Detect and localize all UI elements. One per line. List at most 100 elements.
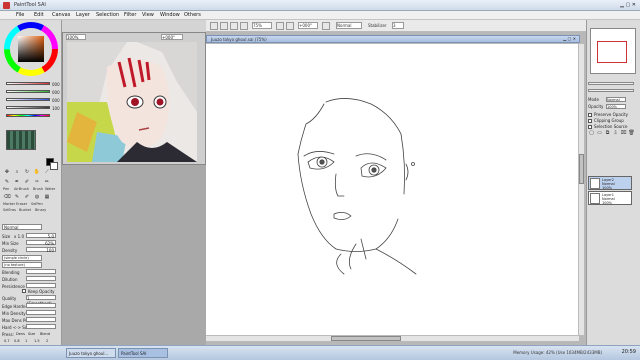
blend-mode-select[interactable]: Normal bbox=[2, 224, 42, 230]
menu-canvas[interactable]: Canvas bbox=[52, 12, 70, 18]
layer-thumbnail bbox=[590, 178, 600, 189]
navigator-zoom[interactable]: 100% bbox=[66, 34, 86, 40]
brush-preset-1[interactable]: 0.8 bbox=[14, 339, 20, 343]
menu-selection[interactable]: Selection bbox=[96, 12, 119, 18]
mode-select[interactable]: Normal bbox=[336, 22, 362, 29]
water-tool-icon[interactable]: ✑ bbox=[33, 178, 41, 186]
marker-tool-icon[interactable]: ✏ bbox=[43, 178, 51, 186]
menu-others[interactable]: Others bbox=[184, 12, 201, 18]
slider-a[interactable] bbox=[6, 106, 50, 109]
tool-label-brush: Brush bbox=[33, 187, 44, 191]
zoom-in-button[interactable] bbox=[240, 22, 248, 30]
bucket-tool-icon[interactable]: ◍ bbox=[33, 193, 41, 201]
slider-v[interactable] bbox=[6, 98, 50, 101]
flip-button[interactable] bbox=[322, 22, 330, 30]
task-reference-image[interactable]: Juuzo tokyo ghoul... bbox=[66, 348, 116, 358]
brush-tool-icon[interactable]: ✐ bbox=[23, 178, 31, 186]
edge-slider[interactable] bbox=[26, 303, 56, 308]
pen-tool-icon[interactable]: ✎ bbox=[3, 178, 11, 186]
drawing-canvas[interactable] bbox=[206, 44, 579, 335]
min-size-field[interactable]: 62% bbox=[26, 240, 56, 246]
vertical-scroll-thumb[interactable] bbox=[579, 154, 584, 184]
copy-layer-icon[interactable]: ⧉ bbox=[604, 130, 611, 137]
menu-view[interactable]: View bbox=[142, 12, 154, 18]
brush-preset-4[interactable]: 2 bbox=[46, 339, 48, 343]
zoom-field[interactable]: 75% bbox=[252, 22, 272, 29]
size-multiplier[interactable]: x 1.0 bbox=[14, 234, 24, 239]
horizontal-scroll-thumb[interactable] bbox=[331, 336, 401, 341]
task-painttool-sai[interactable]: PaintTool SAI bbox=[118, 348, 168, 358]
brush-shape-select[interactable]: (simple circle) bbox=[2, 255, 42, 261]
color-wheel[interactable] bbox=[4, 22, 58, 76]
zoom-out-button[interactable] bbox=[230, 22, 238, 30]
max-dens-slider[interactable] bbox=[26, 317, 56, 322]
menu-layer[interactable]: Layer bbox=[76, 12, 90, 18]
select-all-button[interactable] bbox=[210, 22, 218, 30]
quality-select[interactable]: 1 (Smoothest) bbox=[26, 295, 56, 306]
density-field[interactable]: 100 bbox=[26, 247, 56, 253]
layer-item-layer1[interactable]: Layer1 Normal 100% bbox=[588, 191, 632, 205]
layer-opacity: 100% bbox=[602, 201, 613, 205]
zoom-tool-icon[interactable]: ⌕ bbox=[13, 168, 21, 176]
slider-h[interactable] bbox=[6, 82, 50, 85]
navigator-thumbnail[interactable] bbox=[590, 28, 636, 74]
preserve-opacity-checkbox[interactable] bbox=[588, 113, 592, 117]
stabilizer-select[interactable]: 3 bbox=[392, 22, 404, 29]
layer-opacity-field[interactable]: 100% bbox=[606, 104, 626, 109]
merge-layer-icon[interactable]: ⇩ bbox=[612, 130, 619, 137]
deselect-button[interactable] bbox=[220, 22, 228, 30]
delete-layer-icon[interactable]: 🗑 bbox=[628, 130, 635, 137]
selpen-tool-icon[interactable]: ✎ bbox=[13, 193, 21, 201]
hard-soft-slider[interactable] bbox=[26, 324, 56, 329]
menu-edit[interactable]: Edit bbox=[34, 12, 44, 18]
vertical-scrollbar[interactable] bbox=[578, 44, 584, 335]
move-tool-icon[interactable]: ✥ bbox=[3, 168, 11, 176]
navigator-angle[interactable]: +000° bbox=[161, 34, 183, 40]
brush-preset-2[interactable]: 1 bbox=[25, 339, 27, 343]
hand-tool-icon[interactable]: ✋ bbox=[33, 168, 41, 176]
rotate-tool-icon[interactable]: ↻ bbox=[23, 168, 31, 176]
dilution-slider[interactable] bbox=[26, 276, 56, 281]
min-density-slider[interactable] bbox=[26, 310, 56, 315]
eraser-tool-icon[interactable]: ⌫ bbox=[3, 193, 11, 201]
hue-bar[interactable] bbox=[6, 114, 50, 117]
blending-slider[interactable] bbox=[26, 269, 56, 274]
seleras-tool-icon[interactable]: ✐ bbox=[23, 193, 31, 201]
airbrush-tool-icon[interactable]: ✒ bbox=[13, 178, 21, 186]
brush-preset-3[interactable]: 1.5 bbox=[34, 339, 40, 343]
nav-zoom-slider[interactable] bbox=[588, 82, 634, 85]
selection-source-checkbox[interactable] bbox=[588, 125, 592, 129]
navigator-viewport[interactable] bbox=[597, 41, 627, 63]
menu-file[interactable]: File bbox=[16, 12, 24, 18]
horizontal-scrollbar[interactable] bbox=[206, 335, 579, 341]
eyedropper-tool-icon[interactable]: ⟋ bbox=[43, 168, 51, 176]
press-dens-checkbox[interactable]: Dens bbox=[16, 332, 25, 336]
rotate-right-button[interactable] bbox=[286, 22, 294, 30]
new-layer-icon[interactable]: ▢ bbox=[588, 130, 595, 137]
persistence-slider[interactable] bbox=[26, 283, 56, 288]
brush-preset-0[interactable]: 0.7 bbox=[4, 339, 10, 343]
tool-label-eraser: Eraser bbox=[16, 202, 28, 206]
menu-filter[interactable]: Filter bbox=[124, 12, 136, 18]
clipping-group-checkbox[interactable] bbox=[588, 119, 592, 123]
rotate-left-button[interactable] bbox=[276, 22, 284, 30]
layer-mode-select[interactable]: Normal bbox=[606, 97, 626, 102]
binary-tool-icon[interactable]: ▦ bbox=[43, 193, 51, 201]
nav-angle-slider[interactable] bbox=[588, 89, 634, 92]
swatch-palette[interactable] bbox=[6, 130, 36, 150]
angle-field[interactable]: +000° bbox=[298, 22, 318, 29]
new-folder-icon[interactable]: ▭ bbox=[596, 130, 603, 137]
window-title: PaintTool SAI bbox=[14, 2, 46, 8]
keep-opacity-checkbox[interactable] bbox=[22, 289, 26, 293]
window-controls[interactable]: ▁ ▢ ✕ bbox=[620, 2, 636, 8]
menu-window[interactable]: Window bbox=[160, 12, 180, 18]
size-field[interactable]: 5.0 bbox=[26, 233, 56, 239]
document-controls[interactable]: ▁ ▢ ✕ bbox=[563, 36, 576, 41]
clear-layer-icon[interactable]: ⌧ bbox=[620, 130, 627, 137]
layer-item-layer2[interactable]: Layer2 Normal 100% bbox=[588, 176, 632, 190]
slider-s[interactable] bbox=[6, 90, 50, 93]
press-blend-checkbox[interactable]: Blend bbox=[40, 332, 50, 336]
brush-texture-select[interactable]: (no texture) bbox=[2, 262, 42, 268]
press-size-checkbox[interactable]: Size bbox=[28, 332, 35, 336]
canvas-toolbar: 75% +000° Normal Stabilizer 3 bbox=[206, 20, 586, 32]
